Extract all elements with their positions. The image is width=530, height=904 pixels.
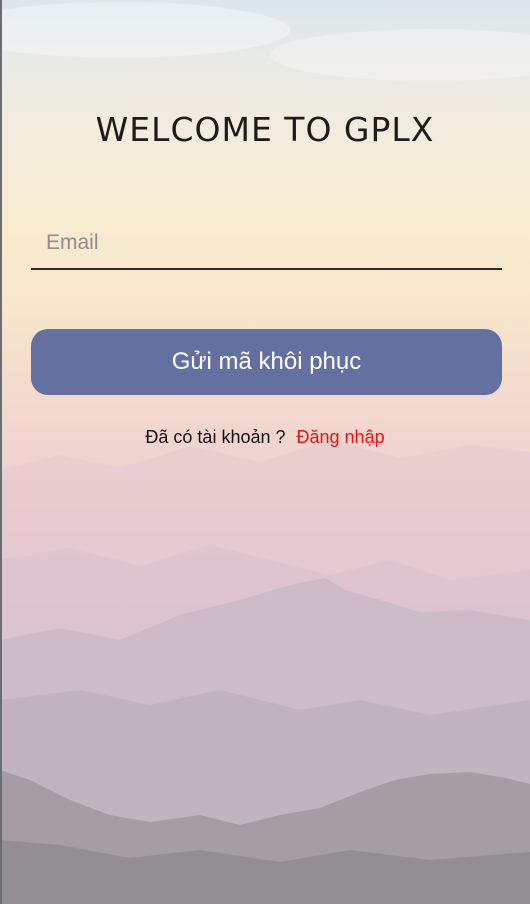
- email-input[interactable]: [31, 220, 502, 266]
- cloud-shape: [270, 29, 530, 81]
- login-link[interactable]: Đăng nhập: [297, 427, 385, 447]
- recover-password-screen: WELCOME TO GPLX Gửi mã khôi phục Đã có t…: [0, 0, 530, 904]
- cloud-shape: [0, 2, 290, 58]
- send-recovery-code-button[interactable]: Gửi mã khôi phục: [31, 329, 502, 395]
- login-prompt-row: Đã có tài khoản ? Đăng nhập: [0, 427, 530, 448]
- page-title: WELCOME TO GPLX: [95, 110, 435, 149]
- email-field[interactable]: [31, 220, 502, 270]
- have-account-text: Đã có tài khoản ?: [145, 427, 286, 447]
